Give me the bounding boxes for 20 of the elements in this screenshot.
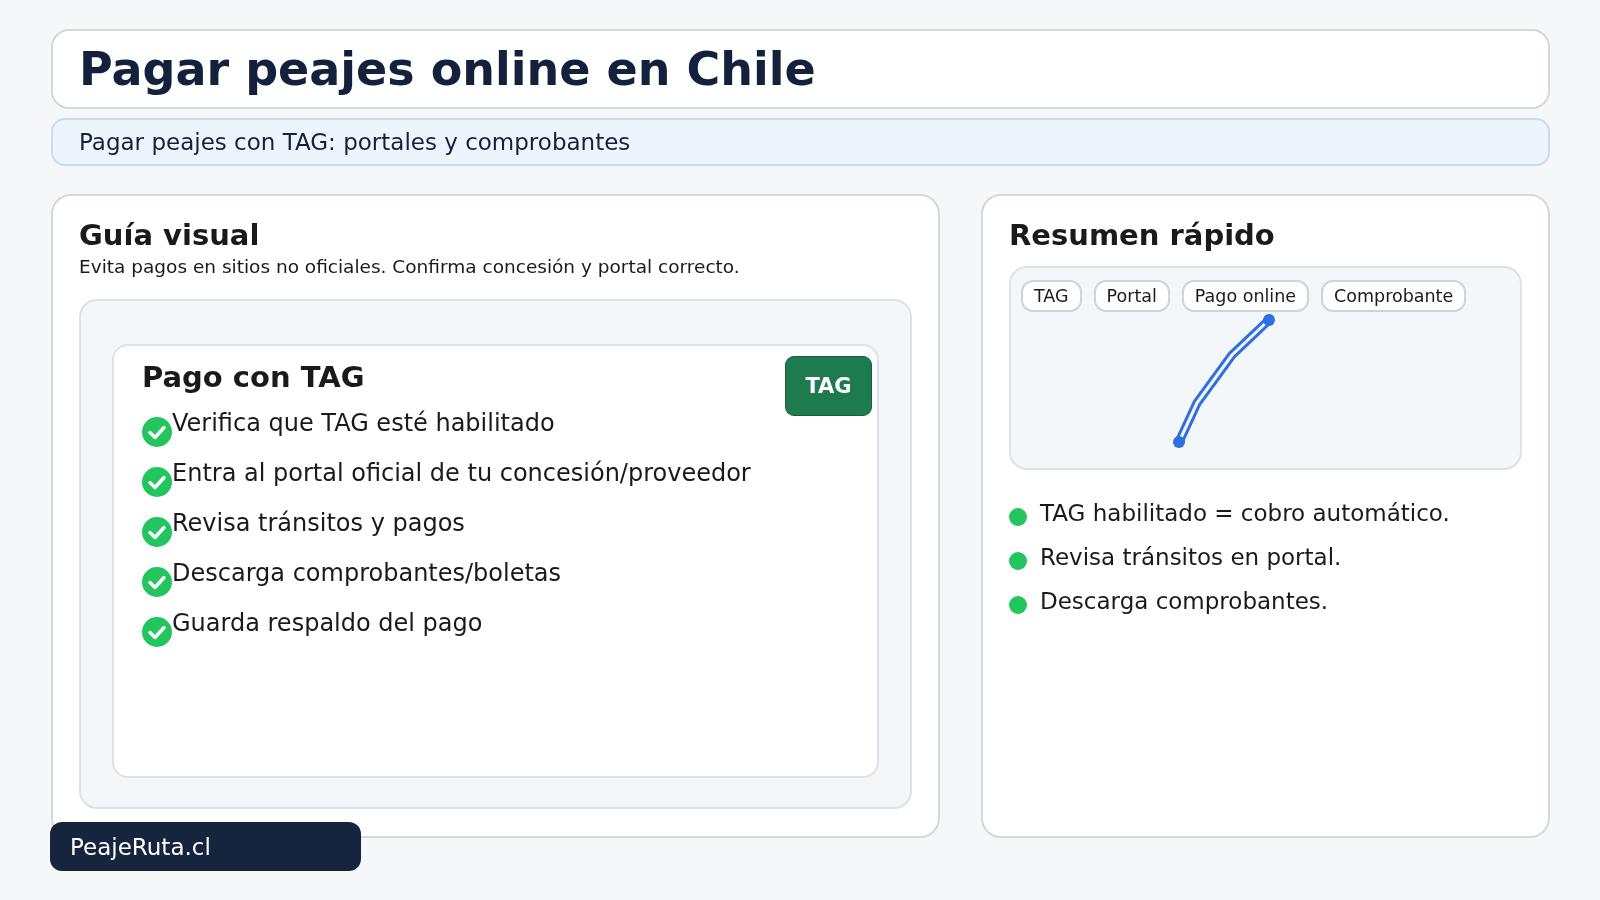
step-text: Guarda respaldo del pago [172,608,483,638]
tag-badge: TAG [785,356,872,416]
step-text: Descarga comprobantes/boletas [172,558,562,588]
step-chip: Portal [1093,280,1170,312]
subtitle-bar: Pagar peajes con TAG: portales y comprobantes [51,118,1550,166]
step-text: Revisa tránsitos y pagos [172,508,465,538]
step-chip: Comprobante [1321,280,1467,312]
step-card-title: Pago con TAG [142,360,365,394]
step-text: Entra al portal oficial de tu concesión/proveedor [172,458,751,488]
step-text: Verifica que TAG esté habilitado [172,408,555,438]
brand-label: PeajeRuta.cl [50,822,361,871]
step-chip: Pago online [1181,280,1310,312]
summary-text: TAG habilitado = cobro automático. [1040,500,1450,526]
page-title: Pagar peajes online en Chile [79,42,816,96]
card-title: Resumen rápido [1009,218,1276,252]
summary-text: Revisa tránsitos en portal. [1040,544,1342,570]
summary-text: Descarga comprobantes. [1040,588,1329,614]
step-chip: TAG [1021,280,1082,312]
card-title: Guía visual [79,218,261,252]
warning-text: Evita pagos en sitios no oficiales. Confirma concesión y portal correcto. [79,256,741,277]
